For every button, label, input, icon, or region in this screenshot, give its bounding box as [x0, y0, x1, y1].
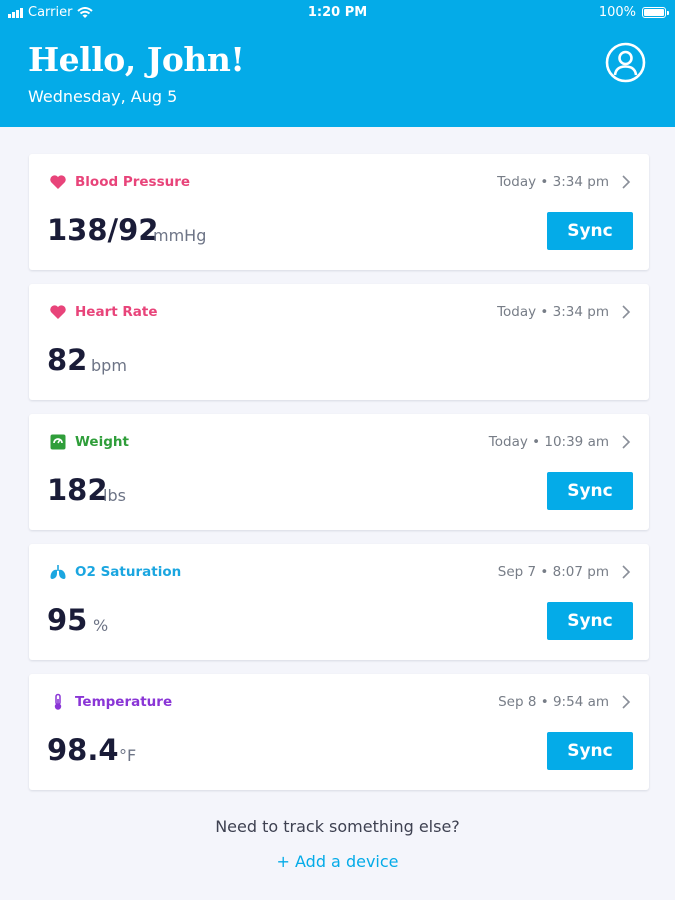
sync-button[interactable]: Sync — [547, 732, 633, 770]
profile-avatar-icon[interactable] — [605, 42, 646, 83]
reading-unit: lbs — [103, 486, 126, 505]
chevron-right-icon[interactable] — [621, 695, 631, 709]
reading-unit: bpm — [91, 356, 127, 375]
card-o2-saturation[interactable]: O2 Saturation Sep 7 • 8:07 pm 95 % Sync — [29, 544, 649, 660]
app-header: Carrier 1:20 PM 100% Hello, John! Wednes… — [0, 0, 675, 127]
card-timestamp: Today • 10:39 am — [488, 434, 609, 450]
thermometer-icon — [54, 693, 62, 710]
reading-unit: mmHg — [153, 226, 207, 245]
chevron-right-icon[interactable] — [621, 435, 631, 449]
card-title: Weight — [75, 434, 129, 450]
clock: 1:20 PM — [307, 5, 368, 20]
sync-button[interactable]: Sync — [547, 472, 633, 510]
heart-icon — [50, 305, 66, 319]
card-temperature[interactable]: Temperature Sep 8 • 9:54 am 98.4 °F Sync — [29, 674, 649, 790]
reading-value: 95 — [47, 603, 88, 637]
reading-value: 182 — [47, 473, 108, 507]
card-title: Heart Rate — [75, 304, 158, 320]
heart-icon — [50, 175, 66, 189]
reading-unit: °F — [119, 746, 137, 765]
chevron-right-icon[interactable] — [621, 565, 631, 579]
card-timestamp: Sep 8 • 9:54 am — [498, 694, 609, 710]
chevron-right-icon[interactable] — [621, 175, 631, 189]
reading-value: 98.4 — [47, 733, 119, 767]
card-title: Temperature — [75, 694, 173, 710]
track-more-prompt: Need to track something else? — [215, 817, 460, 836]
card-weight[interactable]: Weight Today • 10:39 am 182 lbs Sync — [29, 414, 649, 530]
battery-percent: 100% — [598, 5, 636, 20]
scale-icon — [50, 434, 66, 450]
battery-icon — [642, 7, 669, 18]
reading-unit: % — [93, 616, 109, 635]
add-device-link[interactable]: + Add a device — [0, 852, 675, 871]
sync-button[interactable]: Sync — [547, 602, 633, 640]
card-blood-pressure[interactable]: Blood Pressure Today • 3:34 pm 138/92 mm… — [29, 154, 649, 270]
reading-value: 82 — [47, 343, 88, 377]
sync-button[interactable]: Sync — [547, 212, 633, 250]
card-timestamp: Sep 7 • 8:07 pm — [497, 564, 609, 580]
card-title: O2 Saturation — [75, 564, 182, 580]
current-date: Wednesday, Aug 5 — [28, 87, 178, 106]
reading-value: 138/92 — [47, 213, 159, 247]
chevron-right-icon[interactable] — [621, 305, 631, 319]
status-bar: Carrier 1:20 PM 100% — [0, 0, 675, 26]
greeting-title: Hello, John! — [28, 40, 245, 79]
lungs-icon — [50, 565, 66, 579]
card-heart-rate[interactable]: Heart Rate Today • 3:34 pm 82 bpm — [29, 284, 649, 400]
card-timestamp: Today • 3:34 pm — [497, 174, 609, 190]
card-title: Blood Pressure — [75, 174, 191, 190]
card-timestamp: Today • 3:34 pm — [497, 304, 609, 320]
